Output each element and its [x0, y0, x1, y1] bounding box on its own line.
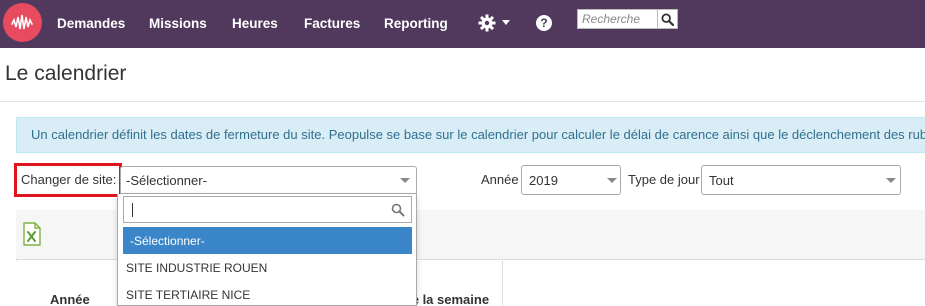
app-logo[interactable] [3, 3, 42, 42]
dropdown-option[interactable]: SITE INDUSTRIE ROUEN [119, 254, 408, 281]
page-title: Le calendrier [5, 62, 127, 85]
settings-caret-icon[interactable] [502, 20, 510, 25]
nav-missions[interactable]: Missions [149, 16, 207, 31]
search-icon [391, 203, 405, 217]
column-divider [502, 261, 503, 306]
excel-export-icon[interactable] [22, 222, 42, 246]
top-navbar: Demandes Missions Heures Factures Report… [0, 0, 925, 48]
year-select[interactable]: 2019 [521, 165, 621, 195]
title-divider [0, 101, 925, 102]
nav-reporting[interactable]: Reporting [384, 16, 448, 31]
search-icon [661, 13, 674, 26]
nav-demandes[interactable]: Demandes [57, 16, 125, 31]
gear-icon[interactable] [477, 13, 497, 33]
daytype-label: Type de jour [628, 172, 700, 187]
daytype-select-caret-icon[interactable] [886, 178, 896, 183]
text-cursor [132, 203, 133, 217]
site-select-value: -Sélectionner- [126, 173, 207, 188]
daytype-select[interactable]: Tout [701, 165, 901, 195]
search-input[interactable]: Recherche [577, 9, 658, 29]
year-select-value: 2019 [529, 173, 558, 188]
question-circle-icon[interactable]: ? [536, 15, 552, 31]
column-header-annee[interactable]: Année [50, 292, 90, 306]
nav-factures[interactable]: Factures [304, 16, 360, 31]
site-select-caret-icon[interactable] [400, 178, 410, 183]
site-select[interactable]: -Sélectionner- [120, 166, 417, 194]
dropdown-option[interactable]: -Sélectionner- [123, 227, 412, 254]
daytype-select-value: Tout [709, 173, 734, 188]
year-label: Année [481, 172, 519, 187]
year-select-caret-icon[interactable] [607, 178, 617, 183]
dropdown-option[interactable]: SITE TERTIAIRE NICE [119, 281, 408, 305]
logo-waveform-icon [11, 14, 33, 30]
site-dropdown: -Sélectionner- SITE INDUSTRIE ROUEN SITE… [117, 194, 417, 306]
info-banner: Un calendrier définit les dates de ferme… [16, 117, 925, 153]
site-label: Changer de site: [21, 172, 117, 187]
search-button[interactable] [658, 9, 678, 29]
nav-heures[interactable]: Heures [232, 16, 278, 31]
dropdown-search-input[interactable] [123, 196, 412, 223]
